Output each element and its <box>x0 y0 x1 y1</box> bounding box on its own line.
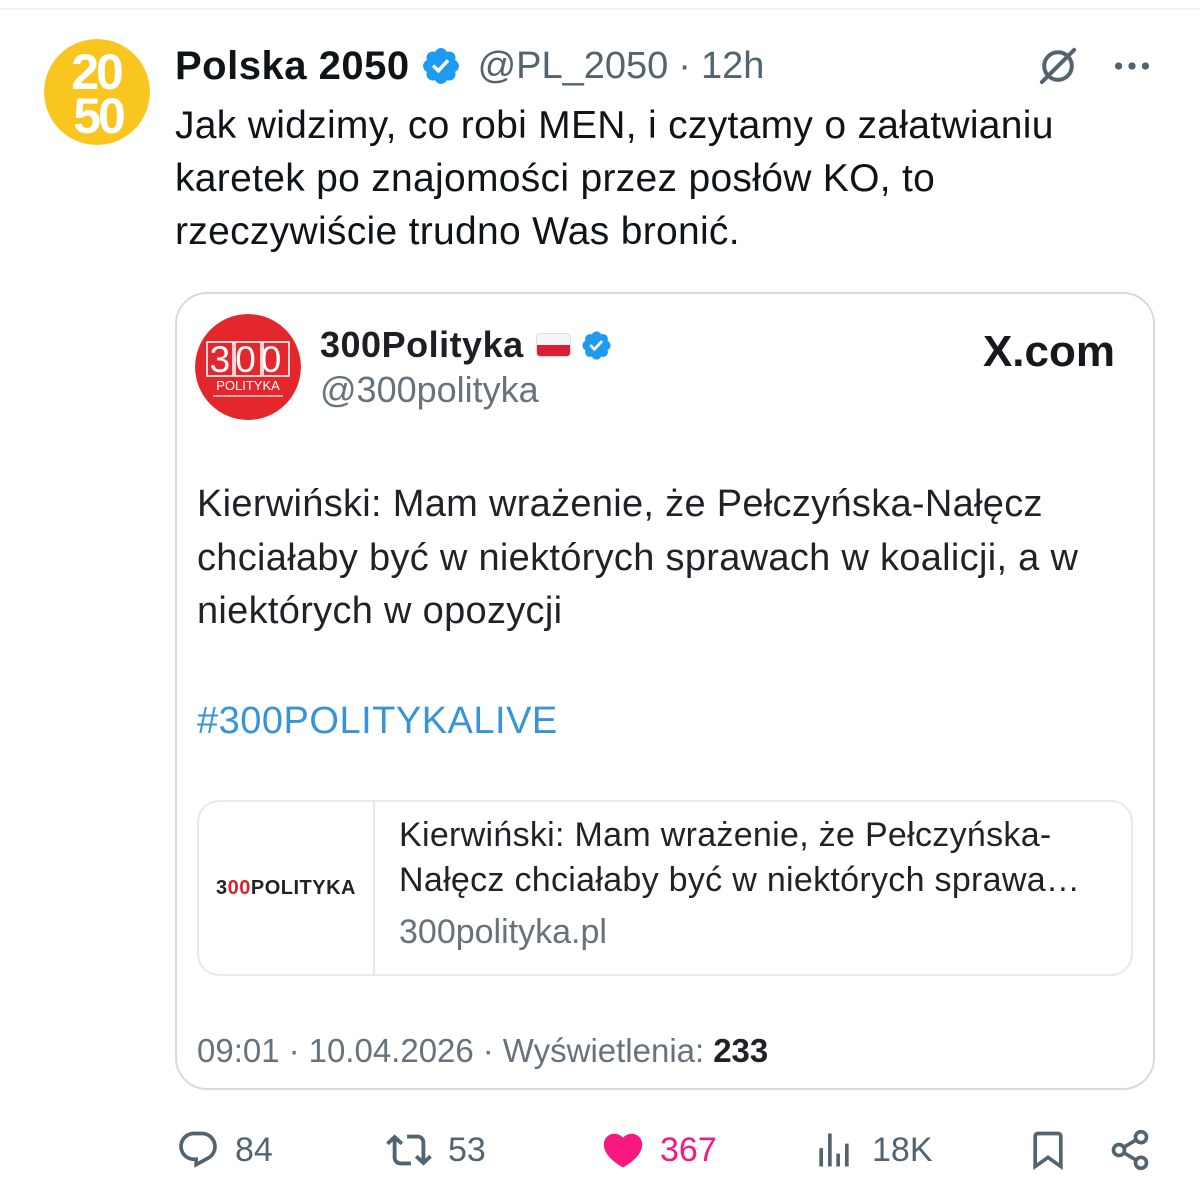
embedded-views-label: Wyświetlenia: <box>502 1032 705 1069</box>
reply-button[interactable]: 84 <box>176 1126 273 1174</box>
embedded-avatar-logo-main: 300 <box>210 339 287 380</box>
link-title-line: Nałęcz chciałaby być w niektórych sprawa… <box>399 861 1081 899</box>
link-title: Kierwiński: Mam wrażenie, że Pełczyńska-… <box>399 813 1080 903</box>
grok-icon[interactable] <box>1035 43 1081 89</box>
share-button[interactable] <box>1108 1126 1152 1174</box>
embedded-date: 10.04.2026 <box>308 1032 474 1069</box>
like-count: 367 <box>660 1131 717 1169</box>
link-thumbnail-logo: 300POLITYKA <box>216 877 356 900</box>
views-count: 18K <box>872 1131 933 1169</box>
more-icon[interactable] <box>1109 43 1155 89</box>
bookmark-button[interactable] <box>1026 1126 1070 1174</box>
post-header: Polska 2050 @PL_2050 · 12h <box>175 42 764 90</box>
bookmark-icon <box>1033 1131 1063 1171</box>
polska-2050-logo: 20 50 <box>44 39 150 145</box>
source-label: X.com <box>982 327 1115 376</box>
logo-part: POLITYKA <box>250 876 356 899</box>
link-domain: 300polityka.pl <box>399 913 607 951</box>
embedded-text-line: Kierwiński: Mam wrażenie, że Pełczyńska-… <box>197 483 1043 525</box>
views-button[interactable]: 18K <box>812 1126 933 1174</box>
author-name[interactable]: Polska 2050 <box>175 42 410 90</box>
300polityka-logo: 300 POLITYKA <box>195 314 301 420</box>
embedded-views-count: 233 <box>713 1032 769 1069</box>
embedded-avatar-logo-sub: POLITYKA <box>216 378 280 393</box>
author-avatar[interactable]: 20 50 <box>44 39 150 145</box>
meta-separator: · <box>678 45 691 87</box>
post-text-line: rzeczywiście trudno Was bronić. <box>175 210 740 253</box>
share-icon <box>1111 1129 1149 1171</box>
embedded-avatar: 300 POLITYKA <box>195 314 301 420</box>
top-divider <box>0 8 1200 10</box>
post-text-line: karetek po znajomości przez posłów KO, t… <box>175 157 936 200</box>
verified-badge-icon[interactable] <box>420 45 462 87</box>
verified-badge-icon <box>582 330 611 360</box>
author-meta: @PL_2050 · 12h <box>478 42 765 90</box>
embedded-text-line: niektórych w opozycji <box>197 590 563 632</box>
attached-image[interactable]: 300 POLITYKA 300Polityka @300polityka X.… <box>175 292 1155 1090</box>
embedded-author-handle: @300polityka <box>320 369 539 410</box>
footer-separator: · <box>288 1032 300 1069</box>
logo-part-accent: 00 <box>227 876 251 899</box>
post-text: Jak widzimy, co robi MEN, i czytamy o za… <box>175 99 1054 258</box>
repost-count: 53 <box>448 1131 486 1169</box>
post-text-line: Jak widzimy, co robi MEN, i czytamy o za… <box>175 104 1054 147</box>
post-time[interactable]: 12h <box>701 42 764 90</box>
reply-count: 84 <box>235 1131 273 1169</box>
views-icon <box>819 1133 849 1167</box>
author-handle[interactable]: @PL_2050 <box>478 42 669 90</box>
embedded-text-line: chciałaby być w niektórych sprawach w ko… <box>197 536 1079 579</box>
action-bar: 84 53 367 18K <box>0 1126 1200 1174</box>
embedded-footer: 09:01 · 10.04.2026 · Wyświetlenia: 233 <box>197 1029 768 1073</box>
repost-button[interactable]: 53 <box>386 1126 486 1174</box>
poland-flag-icon <box>536 334 570 356</box>
link-thumbnail: 300POLITYKA <box>199 802 375 974</box>
footer-separator: · <box>482 1032 494 1069</box>
repost-icon <box>386 1134 432 1166</box>
embedded-header: 300Polityka <box>320 322 613 368</box>
embedded-hashtag: #300POLITYKALIVE <box>197 700 558 742</box>
link-title-line: Kierwiński: Mam wrażenie, że Pełczyńska- <box>399 816 1052 854</box>
heart-icon <box>603 1133 643 1168</box>
link-preview-card: 300POLITYKA Kierwiński: Mam wrażenie, że… <box>197 800 1133 976</box>
reply-icon <box>179 1131 217 1168</box>
embedded-text: Kierwiński: Mam wrażenie, że Pełczyńska-… <box>197 478 1078 639</box>
embedded-time: 09:01 <box>197 1032 280 1069</box>
embedded-author-name: 300Polityka <box>320 324 524 365</box>
logo-part: 3 <box>216 876 228 899</box>
like-button[interactable]: 367 <box>600 1126 717 1174</box>
avatar-logo-bottom: 50 <box>73 88 124 144</box>
